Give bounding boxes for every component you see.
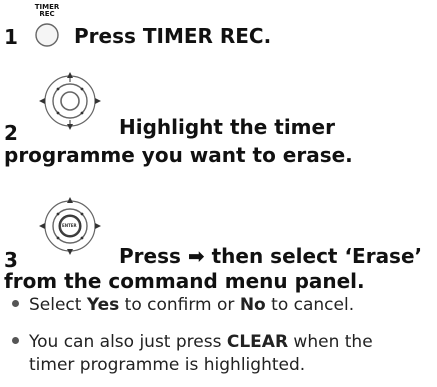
bullet-2-line2: timer programme is highlighted. (29, 355, 306, 375)
timer-rec-label: TIMER REC (32, 4, 62, 18)
step-2-number: 2 (4, 121, 18, 145)
bullet-1: Select Yes to confirm or No to cancel. (12, 295, 354, 315)
select-erase-text: then select ‘Erase’ (211, 244, 423, 268)
rec-label: REC (39, 10, 55, 18)
timer-rec-button-icon (34, 22, 60, 48)
press-text: Press (119, 244, 181, 268)
bullet-dot (12, 299, 19, 307)
step-3-text-line2: from the command menu panel. (4, 269, 365, 293)
step-3-text-line1: Press ➡ then select ‘Erase’ (119, 244, 422, 268)
step-1-number: 1 (4, 25, 18, 49)
right-arrow-icon: ➡ (187, 244, 205, 268)
bullet-2: You can also just press CLEAR when the (12, 332, 373, 352)
step-2-text-line2: programme you want to erase. (4, 143, 353, 167)
step-2-text-line1: Highlight the timer (119, 115, 335, 139)
bullet-dot (12, 336, 19, 344)
dpad-icon (37, 70, 103, 132)
enter-label: ENTER (62, 223, 77, 228)
step-1-text: Press TIMER REC. (74, 24, 272, 48)
